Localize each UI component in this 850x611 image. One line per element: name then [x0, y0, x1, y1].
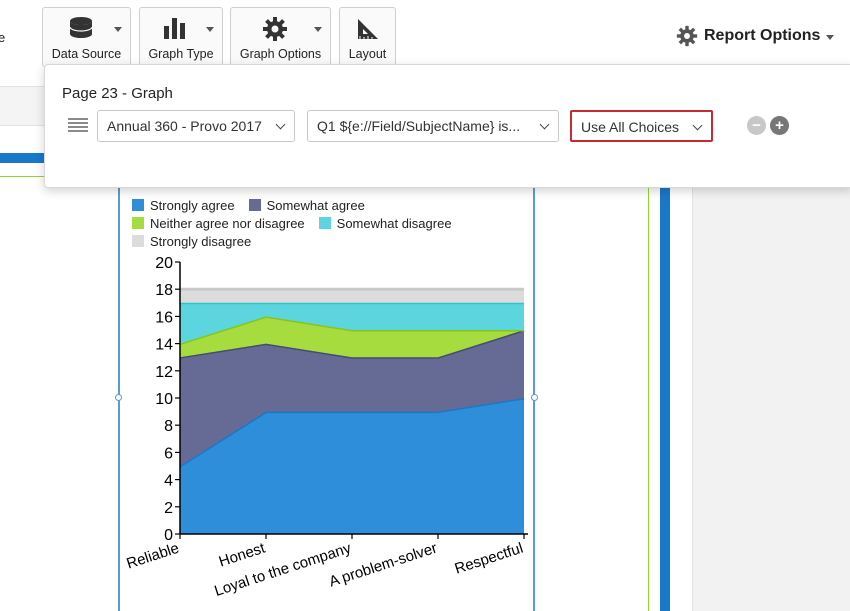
graph-settings-popup: Page 23 - Graph Annual 360 - Provo 2017 …: [44, 64, 850, 188]
legend-swatch: [132, 199, 144, 211]
area-series-4: [180, 289, 524, 303]
y-tick-label: 20: [155, 255, 173, 272]
legend-swatch: [132, 235, 144, 247]
remove-button[interactable]: −: [747, 116, 766, 135]
legend-label: Somewhat disagree: [336, 215, 452, 231]
graph-type-button[interactable]: Graph Type: [139, 7, 223, 67]
legend-label: Strongly agree: [150, 197, 235, 213]
choices-select[interactable]: Use All Choices: [570, 110, 713, 142]
chart-legend: Strongly agree Somewhat agree Neither agre…: [132, 196, 527, 250]
x-tick-label: Respectful: [453, 540, 526, 578]
gear-icon: [676, 25, 698, 47]
x-tick-label: Reliable: [124, 540, 181, 573]
right-panel: [692, 188, 850, 611]
graph-options-label: Graph Options: [239, 47, 322, 61]
chevron-down-icon: [114, 27, 122, 32]
bar-chart-icon: [164, 18, 185, 39]
chevron-down-icon: [275, 119, 286, 130]
data-source-button[interactable]: Data Source: [42, 7, 131, 67]
legend-item[interactable]: Strongly disagree: [132, 234, 251, 249]
chevron-down-icon: [206, 27, 214, 32]
graph-type-label: Graph Type: [148, 47, 214, 61]
chevron-down-icon: [826, 35, 835, 40]
choices-select-value: Use All Choices: [581, 119, 680, 135]
legend-item[interactable]: Neither agree nor disagree: [132, 216, 305, 231]
set-square-icon: [357, 19, 378, 39]
blue-divider: [0, 153, 44, 163]
data-source-select-value: Annual 360 - Provo 2017: [107, 118, 262, 134]
y-tick-label: 14: [155, 337, 173, 354]
legend-swatch: [132, 217, 144, 229]
area-chart: 02468101214161820Reliable HonestLoyal to …: [124, 255, 528, 600]
data-source-label: Data Source: [51, 47, 122, 61]
toolbar: e Data Source Graph Type Graph Options L…: [0, 0, 850, 70]
legend-label: Strongly disagree: [150, 233, 252, 249]
graph-options-button[interactable]: Graph Options: [230, 7, 331, 67]
legend-item[interactable]: Somewhat disagree: [318, 215, 452, 231]
legend-label: Neither agree nor disagree: [150, 215, 305, 231]
green-guide-line: [0, 176, 44, 177]
y-tick-label: 16: [155, 309, 173, 326]
add-button[interactable]: +: [770, 116, 789, 135]
chevron-down-icon: [314, 27, 322, 32]
legend-swatch: [318, 217, 331, 229]
y-tick-label: 8: [164, 418, 173, 435]
question-select-value: Q1 ${e://Field/SubjectName} is...: [317, 118, 521, 134]
layout-button[interactable]: Layout: [339, 7, 396, 67]
popup-title: Page 23 - Graph: [62, 85, 173, 102]
y-tick-label: 2: [164, 500, 173, 517]
legend-item[interactable]: Strongly agree: [132, 198, 235, 213]
chevron-down-icon: [692, 120, 703, 131]
legend-swatch: [248, 199, 261, 211]
blue-divider: [660, 188, 670, 611]
graph-widget[interactable]: Strongly agree Somewhat agree Neither agre…: [115, 188, 538, 611]
x-tick-label: Honest: [217, 539, 268, 570]
database-icon: [68, 17, 93, 38]
partial-toolbar-label: e: [0, 30, 6, 45]
legend-label: Somewhat agree: [266, 197, 365, 213]
question-select[interactable]: Q1 ${e://Field/SubjectName} is...: [307, 110, 559, 142]
report-options-button[interactable]: Report Options: [676, 24, 835, 48]
data-source-select[interactable]: Annual 360 - Provo 2017: [97, 110, 295, 142]
y-tick-label: 12: [155, 364, 173, 381]
legend-row: Neither agree nor disagree Somewhat disag…: [132, 214, 527, 232]
y-tick-label: 6: [164, 445, 173, 462]
legend-item[interactable]: Somewhat agree: [248, 197, 365, 213]
report-options-label: Report Options: [704, 27, 821, 44]
y-tick-label: 4: [164, 473, 173, 490]
y-tick-label: 10: [155, 391, 173, 408]
layout-label: Layout: [348, 47, 387, 61]
gear-icon: [262, 17, 287, 41]
chevron-down-icon: [539, 119, 550, 130]
left-panel-strip: [0, 86, 44, 126]
legend-row: Strongly agree Somewhat agree: [132, 196, 527, 214]
y-tick-label: 18: [155, 282, 173, 299]
drag-handle-icon[interactable]: [68, 118, 88, 132]
green-guide-line: [648, 188, 649, 611]
